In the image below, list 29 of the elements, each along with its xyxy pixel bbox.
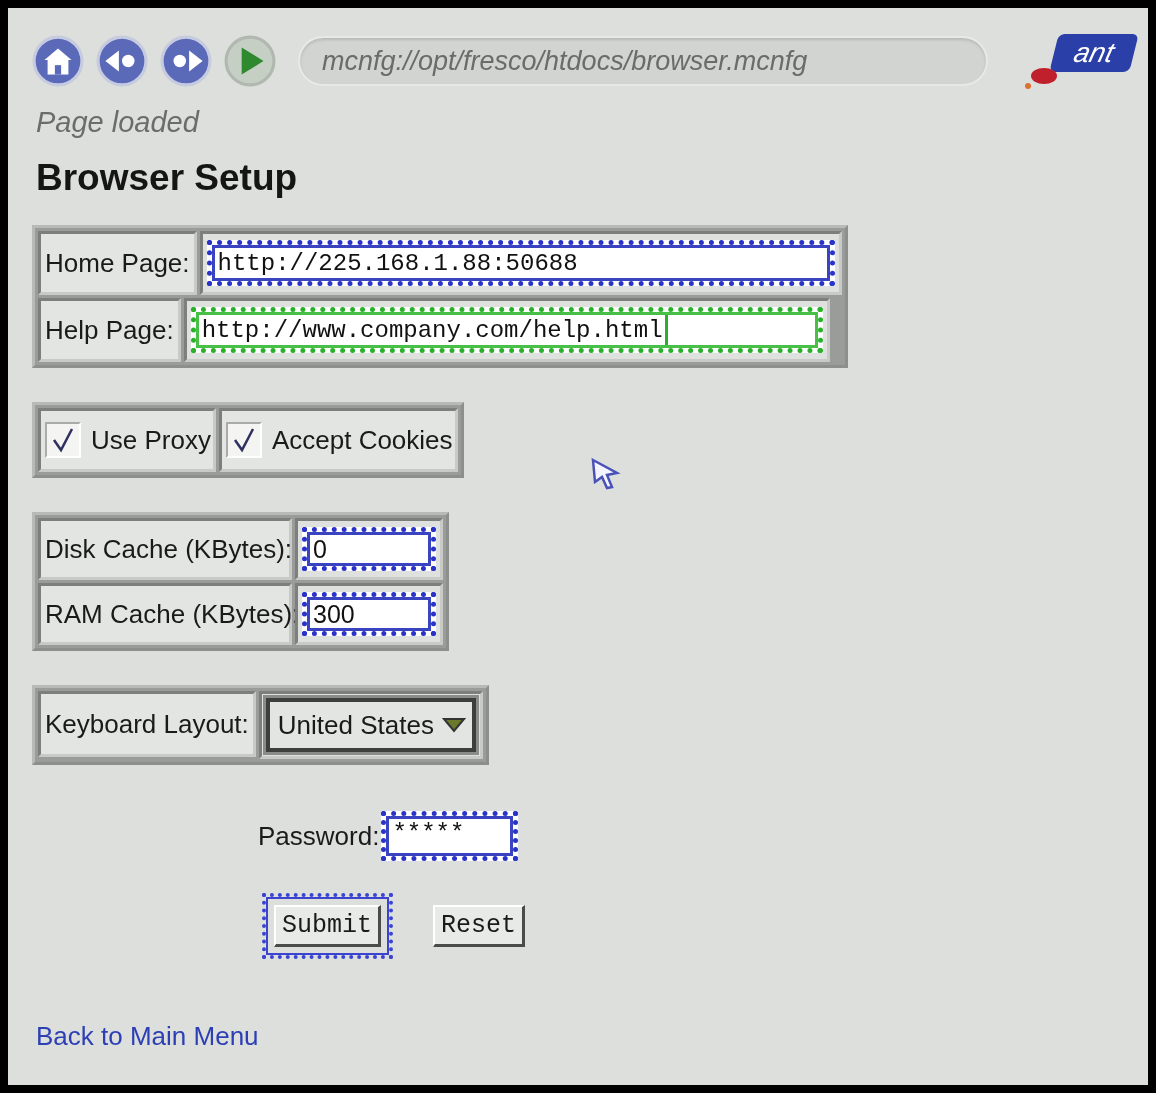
home-icon[interactable]	[32, 35, 84, 87]
field-label: Home Page:	[38, 231, 197, 295]
play-icon[interactable]	[224, 35, 276, 87]
field-label: Password:	[258, 820, 380, 852]
dropdown-caret-icon	[441, 717, 466, 733]
number-field[interactable]: 0	[302, 527, 436, 571]
form-button[interactable]: Submit	[262, 893, 393, 959]
checkbox[interactable]	[225, 422, 262, 458]
forward-icon[interactable]	[160, 35, 212, 87]
field-label: Help Page:	[38, 298, 181, 362]
checkbox[interactable]	[45, 422, 81, 458]
field-label: Disk Cache (KBytes):	[38, 518, 292, 580]
pointer-icon	[590, 457, 622, 491]
field-label: Keyboard Layout:	[38, 691, 256, 757]
text-field[interactable]: http://225.168.1.88:50688	[206, 240, 835, 286]
back-icon[interactable]	[96, 35, 148, 87]
address-bar[interactable]: mcnfg://opt/fresco/htdocs/browser.mcnfg	[298, 36, 988, 86]
password-field[interactable]: *****	[381, 811, 519, 861]
layout-dropdown[interactable]: United States	[265, 698, 476, 752]
checkbox-label: Accept Cookies	[271, 424, 453, 456]
page-title: Browser Setup	[36, 157, 299, 199]
number-field[interactable]: 300	[302, 592, 436, 636]
check-icon	[231, 427, 256, 453]
back-link[interactable]: Back to Main Menu	[36, 1021, 259, 1052]
logo: ant	[1049, 34, 1139, 72]
status-text: Page loaded	[36, 106, 201, 139]
checkbox-label: Use Proxy	[91, 424, 211, 456]
check-icon	[51, 427, 75, 453]
text-field[interactable]: http://www.company.com/help.html	[190, 307, 823, 353]
